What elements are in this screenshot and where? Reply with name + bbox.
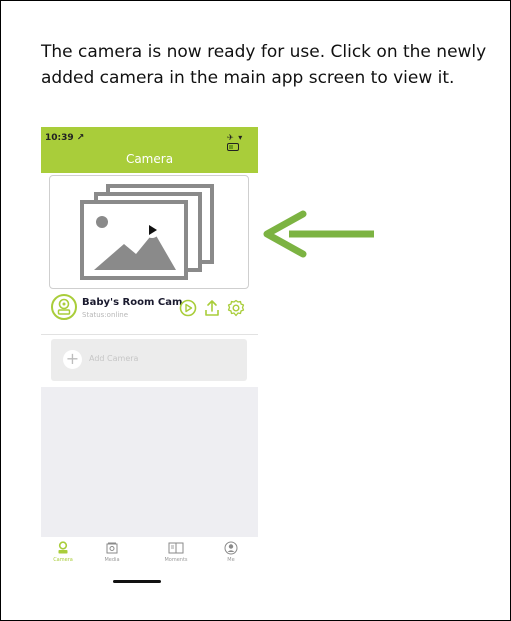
tab-label: Moments bbox=[164, 557, 188, 563]
camera-list-background bbox=[41, 387, 258, 537]
airplane-wifi-icon: ✈ ▾ bbox=[227, 133, 244, 142]
status-time: 10:39 ↗ bbox=[45, 133, 85, 143]
camera-avatar-icon bbox=[51, 294, 77, 320]
settings-gear-icon[interactable] bbox=[227, 299, 245, 317]
instruction-text: The camera is now ready for use. Click o… bbox=[41, 42, 487, 88]
camera-person-icon bbox=[58, 541, 68, 554]
battery-icon bbox=[227, 142, 239, 151]
camera-name: Baby's Room Cam bbox=[82, 297, 183, 308]
add-camera-button[interactable]: + Add Camera bbox=[51, 339, 247, 381]
profile-icon bbox=[224, 541, 238, 555]
app-header: 10:39 ↗ ✈ ▾ Camera bbox=[41, 127, 258, 173]
share-upload-icon[interactable] bbox=[203, 299, 221, 317]
bottom-tab-bar: Camera Media Moments Me bbox=[41, 539, 258, 579]
plus-icon: + bbox=[63, 350, 82, 369]
moments-book-icon bbox=[168, 542, 184, 554]
phone-screenshot: 10:39 ↗ ✈ ▾ Camera Baby's Room Cam Statu… bbox=[41, 127, 258, 602]
tab-label: Media bbox=[104, 557, 120, 563]
play-circle-icon[interactable] bbox=[179, 299, 197, 317]
pointer-arrow-icon bbox=[263, 210, 374, 258]
camera-status: Status:online bbox=[82, 311, 129, 319]
home-indicator bbox=[113, 580, 161, 583]
tab-moments[interactable]: Moments bbox=[156, 541, 196, 563]
tab-camera[interactable]: Camera bbox=[43, 541, 83, 563]
header-title: Camera bbox=[125, 152, 174, 166]
tab-me[interactable]: Me bbox=[211, 541, 251, 563]
media-icon bbox=[106, 542, 118, 554]
add-camera-label: Add Camera bbox=[89, 354, 139, 363]
divider bbox=[41, 334, 258, 335]
tab-label: Camera bbox=[53, 557, 73, 563]
camera-list-item[interactable]: Baby's Room Cam Status:online bbox=[49, 291, 249, 325]
tab-media[interactable]: Media bbox=[92, 541, 132, 563]
page-frame: The camera is now ready for use. Click o… bbox=[0, 0, 511, 621]
camera-preview-card[interactable] bbox=[49, 175, 249, 289]
image-placeholder-icon bbox=[80, 184, 214, 280]
status-icons: ✈ ▾ bbox=[227, 133, 258, 151]
tab-label: Me bbox=[227, 557, 235, 563]
